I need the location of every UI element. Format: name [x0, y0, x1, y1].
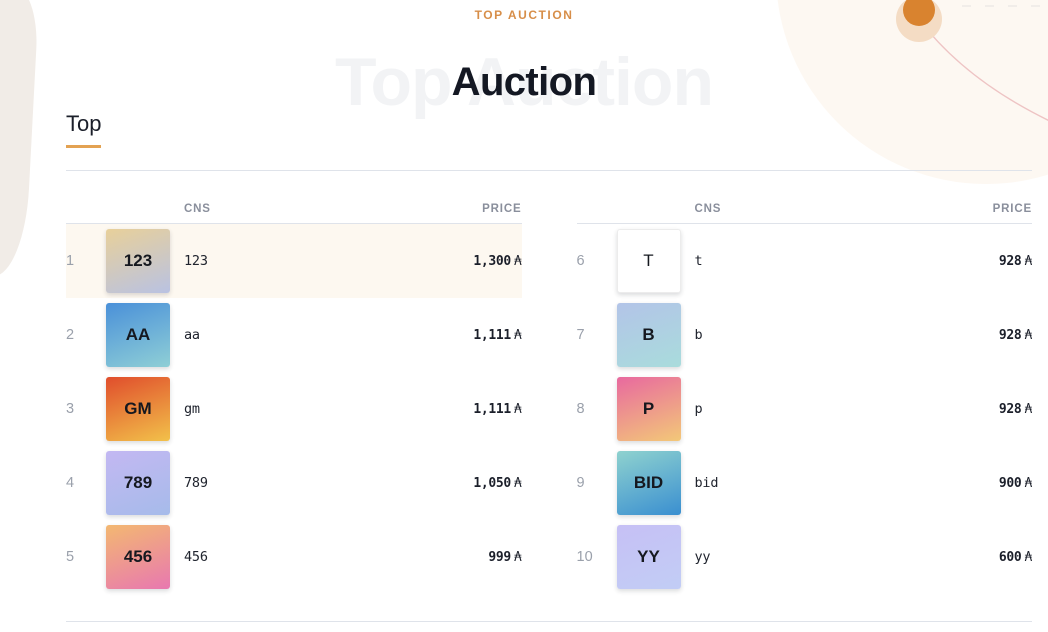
price-amount: 928	[998, 327, 1022, 343]
table-row[interactable]: 5 456 456 999 ₳	[66, 520, 522, 594]
tab-bar-divider	[66, 170, 1032, 171]
row-price: 1,300 ₳	[402, 253, 522, 269]
row-rank: 7	[576, 327, 585, 343]
avatar[interactable]: 789	[106, 451, 170, 515]
table-row[interactable]: 10 YY yy 600 ₳	[576, 520, 1032, 594]
row-avatar-cell: AA	[106, 303, 170, 367]
ada-currency-icon: ₳	[1024, 327, 1032, 343]
avatar[interactable]: YY	[616, 525, 681, 589]
avatar[interactable]: AA	[106, 303, 170, 367]
avatar[interactable]: GM	[106, 377, 170, 441]
column-header-cns: CNS	[184, 203, 211, 215]
ada-currency-icon: ₳	[513, 327, 522, 343]
row-rank: 6	[576, 253, 585, 269]
row-price: 928 ₳	[912, 328, 1032, 343]
column-header-price: PRICE	[992, 203, 1032, 215]
top-auction-page: TOP AUCTION Top Auction Auction Top CNS P…	[0, 0, 1048, 632]
table-header-row: CNS PRICE	[576, 190, 1032, 224]
ada-currency-icon: ₳	[513, 401, 522, 417]
table-row[interactable]: 3 GM gm 1,111 ₳	[66, 372, 522, 446]
price-amount: 999	[488, 549, 511, 565]
table-row[interactable]: 9 BID bid 900 ₳	[576, 446, 1032, 520]
ada-currency-icon: ₳	[1024, 475, 1032, 491]
row-cns-name[interactable]: p	[695, 401, 913, 417]
row-cns-name[interactable]: aa	[184, 327, 402, 343]
ada-currency-icon: ₳	[513, 475, 522, 491]
table-row[interactable]: 1 123 123 1,300 ₳	[66, 224, 522, 298]
row-rank: 9	[576, 475, 585, 491]
row-cns-name[interactable]: 456	[184, 549, 402, 565]
ada-currency-icon: ₳	[513, 549, 522, 565]
ada-currency-icon: ₳	[1024, 253, 1032, 269]
price-amount: 928	[998, 401, 1022, 417]
row-avatar-cell: T	[616, 229, 681, 293]
row-price: 1,111 ₳	[402, 327, 522, 343]
row-avatar-cell: P	[616, 377, 681, 441]
row-rank: 5	[66, 549, 75, 565]
avatar[interactable]: B	[616, 303, 681, 367]
row-avatar-cell: 456	[106, 525, 170, 589]
row-avatar-cell: YY	[616, 525, 681, 589]
row-avatar-cell: B	[616, 303, 681, 367]
ada-currency-icon: ₳	[1024, 549, 1032, 565]
row-price: 600 ₳	[912, 550, 1032, 565]
ada-currency-icon: ₳	[513, 253, 522, 269]
row-cns-name[interactable]: 789	[184, 475, 402, 491]
row-cns-name[interactable]: 123	[184, 253, 402, 269]
row-cns-name[interactable]: b	[695, 327, 913, 343]
row-price: 999 ₳	[402, 549, 522, 565]
ada-currency-icon: ₳	[1024, 401, 1032, 417]
row-cns-name[interactable]: bid	[695, 475, 913, 491]
column-header-price: PRICE	[482, 203, 522, 215]
column-header-cns: CNS	[694, 203, 722, 215]
row-price: 928 ₳	[912, 254, 1032, 269]
row-cns-name[interactable]: yy	[695, 549, 913, 565]
right-table: CNS PRICE 6 Tt 928 ₳ 7 Bb 928 ₳ 8 Pp 928 ₳ 9 BID bid 900 ₳…	[576, 190, 1032, 594]
avatar[interactable]: T	[616, 229, 681, 293]
row-price: 900 ₳	[912, 476, 1032, 491]
auction-tables: CNS PRICE 1 123 123 1,300 ₳ 2 AA aa 1,111 ₳ 3 GM gm 1,1…	[66, 190, 1032, 594]
row-rank: 4	[66, 475, 75, 491]
price-amount: 600	[998, 549, 1022, 565]
table-row[interactable]: 6 Tt 928 ₳	[576, 224, 1032, 298]
table-row[interactable]: 8 Pp 928 ₳	[576, 372, 1032, 446]
row-avatar-cell: BID	[616, 451, 681, 515]
row-avatar-cell: GM	[106, 377, 170, 441]
price-amount: 1,050	[473, 475, 511, 491]
avatar[interactable]: 123	[106, 229, 170, 293]
price-amount: 1,111	[473, 327, 511, 343]
page-title-block: Top Auction Auction	[0, 44, 1048, 120]
price-amount: 900	[998, 475, 1022, 491]
avatar[interactable]: BID	[616, 451, 681, 515]
row-price: 1,111 ₳	[402, 401, 522, 417]
row-rank: 3	[66, 401, 75, 417]
left-table: CNS PRICE 1 123 123 1,300 ₳ 2 AA aa 1,111 ₳ 3 GM gm 1,1…	[66, 190, 522, 594]
row-avatar-cell: 789	[106, 451, 170, 515]
table-row[interactable]: 4 789 789 1,050 ₳	[66, 446, 522, 520]
avatar[interactable]: P	[616, 377, 681, 441]
avatar[interactable]: 456	[106, 525, 170, 589]
price-amount: 928	[998, 253, 1022, 269]
price-amount: 1,300	[473, 253, 511, 269]
tab-top[interactable]: Top	[66, 111, 102, 149]
table-row[interactable]: 2 AA aa 1,111 ₳	[66, 298, 522, 372]
row-cns-name[interactable]: t	[695, 253, 913, 269]
table-row[interactable]: 7 Bb 928 ₳	[576, 298, 1032, 372]
table-header-row: CNS PRICE	[66, 190, 522, 224]
row-cns-name[interactable]: gm	[184, 401, 402, 417]
page-title: Auction	[451, 60, 597, 104]
row-price: 928 ₳	[912, 402, 1032, 417]
page-eyebrow: TOP AUCTION	[474, 8, 574, 22]
row-rank: 2	[66, 327, 75, 343]
row-price: 1,050 ₳	[402, 475, 522, 491]
row-rank: 8	[576, 401, 585, 417]
tab-bar: Top	[66, 111, 102, 149]
row-rank: 1	[66, 253, 75, 269]
row-avatar-cell: 123	[106, 229, 170, 293]
price-amount: 1,111	[473, 401, 511, 417]
bottom-divider	[66, 621, 1032, 622]
row-rank: 10	[576, 549, 593, 565]
